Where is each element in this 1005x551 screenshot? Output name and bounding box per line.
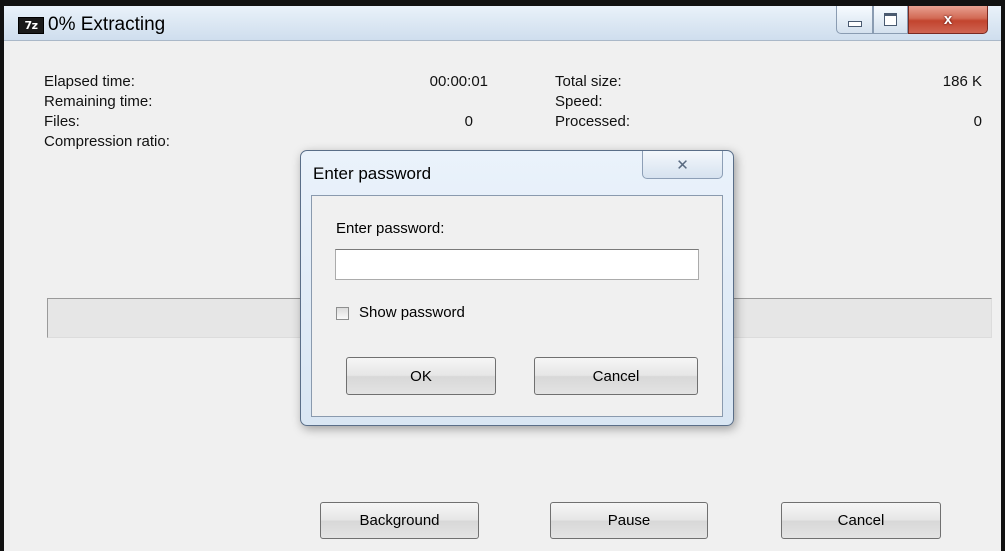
speed-label: Speed: [555,93,603,110]
remaining-time-label: Remaining time: [44,93,153,110]
close-icon: ✕ [676,156,689,174]
cancel-button[interactable]: Cancel [781,502,941,539]
show-password-label[interactable]: Show password [359,304,465,322]
elapsed-time-label: Elapsed time: [44,73,135,90]
files-label: Files: [44,113,80,130]
minimize-icon [847,20,862,27]
background-button[interactable]: Background [320,502,479,539]
pause-button[interactable]: Pause [550,502,708,539]
elapsed-time-value: 00:00:01 [429,73,488,90]
password-dialog: Enter password ✕ Enter password: Show pa… [300,150,734,426]
close-button[interactable]: x [908,6,988,34]
total-size-label: Total size: [555,73,622,90]
dialog-title: Enter password [313,164,432,183]
processed-value: 0 [973,113,982,130]
ok-button[interactable]: OK [346,357,496,395]
maximize-icon [884,13,897,26]
dialog-cancel-button[interactable]: Cancel [534,357,698,395]
show-password-checkbox[interactable] [336,307,349,320]
window-title: 0% Extracting [48,14,166,35]
close-icon: x [943,11,953,28]
password-label: Enter password: [336,220,445,237]
dialog-close-button[interactable]: ✕ [642,151,723,179]
files-value: 0 [464,113,473,130]
minimize-button[interactable] [836,6,873,34]
password-input[interactable] [335,249,699,280]
7zip-app-icon: 7z [18,17,44,34]
title-bar[interactable]: 7z 0% Extracting x [0,0,1005,41]
processed-label: Processed: [555,113,631,130]
dialog-body: Enter password: Show password OK Cancel [311,195,723,417]
maximize-button[interactable] [873,6,908,34]
compression-ratio-label: Compression ratio: [44,133,170,150]
total-size-value: 186 K [942,73,982,90]
